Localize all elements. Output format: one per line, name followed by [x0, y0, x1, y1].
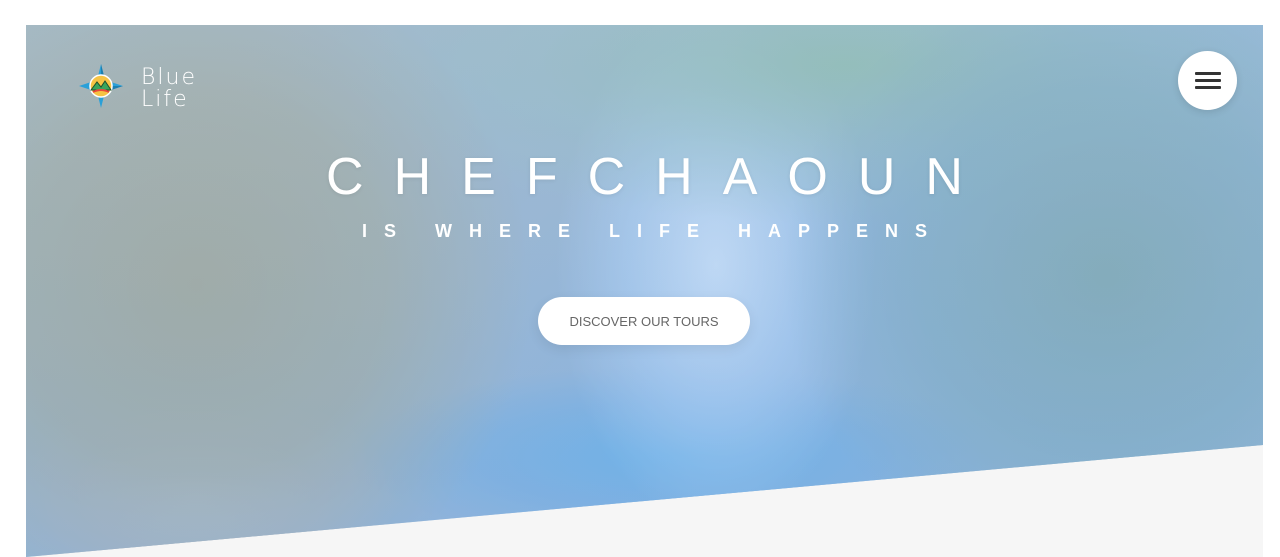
- logo[interactable]: Blue Life: [71, 61, 197, 116]
- menu-button[interactable]: [1178, 51, 1237, 110]
- hamburger-menu-icon: [1194, 68, 1221, 93]
- discover-tours-button[interactable]: DISCOVER OUR TOURS: [538, 297, 750, 345]
- hero-section: Blue Life CHEFCHAOUN IS WHERE LIFE HAPPE…: [26, 25, 1263, 557]
- hero-title: CHEFCHAOUN: [326, 148, 993, 206]
- logo-line-2: Life: [141, 86, 189, 112]
- logo-line-1: Blue: [141, 64, 197, 90]
- page-frame: Blue Life CHEFCHAOUN IS WHERE LIFE HAPPE…: [26, 25, 1263, 557]
- hero-overlay: [26, 25, 1263, 557]
- logo-text: Blue Life: [141, 64, 197, 112]
- hero-subtitle: IS WHERE LIFE HAPPENS: [361, 221, 945, 241]
- mountain-emblem-icon: [71, 61, 131, 116]
